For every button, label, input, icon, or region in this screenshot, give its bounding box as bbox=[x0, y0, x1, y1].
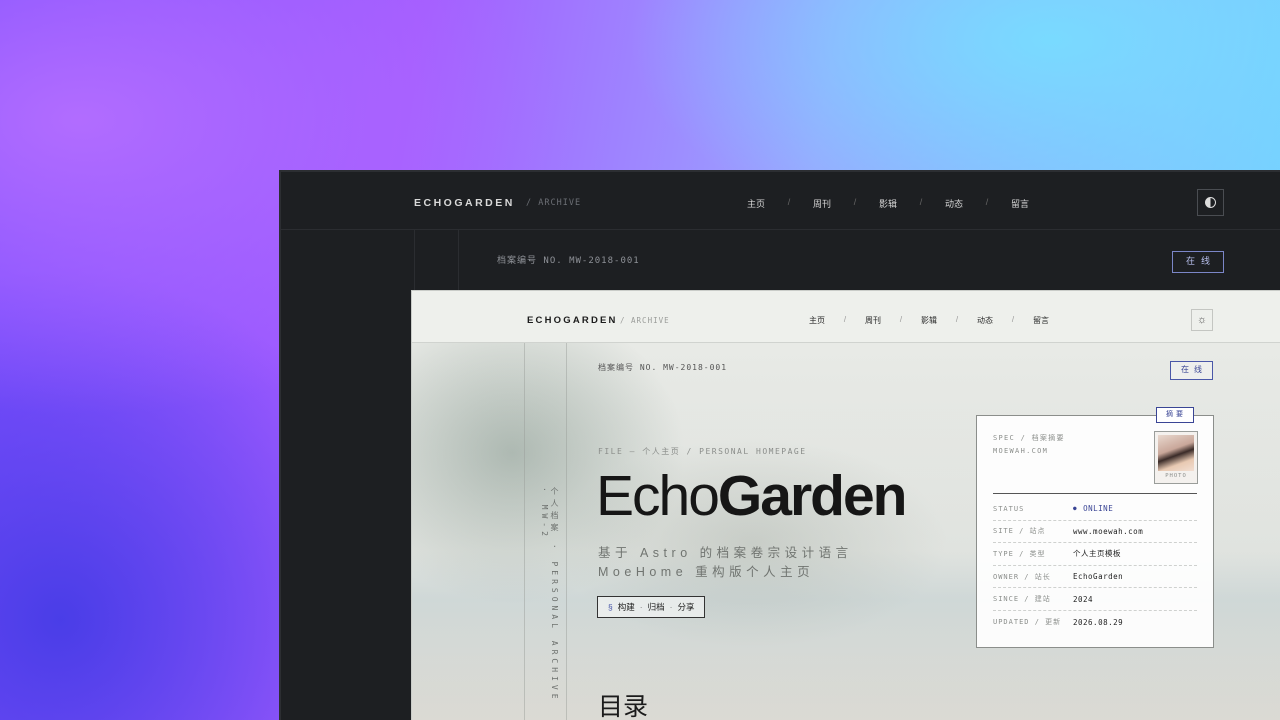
avatar-photo: PHOTO bbox=[1154, 431, 1198, 484]
nav-separator: / bbox=[1011, 315, 1015, 324]
spec-header: SPEC / 档案摘要 bbox=[993, 434, 1065, 442]
hero-title-bold: Garden bbox=[717, 464, 908, 528]
subtitle-line-1: 基于 Astro 的档案卷宗设计语言 bbox=[598, 546, 853, 560]
tag-separator: · bbox=[639, 602, 643, 612]
nav-guestbook[interactable]: 留言 bbox=[1032, 315, 1050, 326]
file-number: 档案编号 NO. MW-2018-001 bbox=[598, 363, 728, 372]
spec-value-type: 个人主页模板 bbox=[1073, 549, 1121, 559]
nav-separator: / bbox=[919, 197, 923, 207]
spec-badge: 摘要 bbox=[1156, 407, 1194, 423]
dark-brand-subtitle: / ARCHIVE bbox=[526, 198, 582, 208]
subtitle-line-2: MoeHome 重构版个人主页 bbox=[598, 565, 815, 579]
dark-top-bar: ECHOGARDEN / ARCHIVE 主页 / 周刊 / 影辑 / 动态 /… bbox=[281, 172, 1280, 230]
dark-main-nav: 主页 / 周刊 / 影辑 / 动态 / 留言 bbox=[746, 197, 1030, 210]
tag-bar: § 构建 · 归档 · 分享 bbox=[597, 596, 706, 618]
status-badge: 在线 bbox=[1170, 361, 1213, 380]
hero-title: EchoGarden bbox=[596, 468, 907, 525]
spec-row-site: SITE / 站点 www.moewah.com bbox=[993, 521, 1197, 544]
spec-key: OWNER / 站长 bbox=[993, 572, 1051, 581]
photo-caption: PHOTO bbox=[1165, 473, 1187, 479]
spec-key: STATUS bbox=[993, 504, 1025, 513]
spec-table: STATUS ONLINE SITE / 站点 www.moewah.com T… bbox=[993, 498, 1197, 634]
sun-icon: ☼ bbox=[1196, 314, 1208, 326]
nav-separator: / bbox=[955, 315, 959, 324]
dark-status-badge: 在线 bbox=[1172, 251, 1224, 273]
spec-divider bbox=[993, 493, 1197, 494]
spec-row-owner: OWNER / 站长 EchoGarden bbox=[993, 566, 1197, 589]
toc-heading: 目录 bbox=[598, 693, 649, 720]
hero-subtitle: 基于 Astro 的档案卷宗设计语言 MoeHome 重构版个人主页 bbox=[598, 544, 853, 582]
dark-nav-gallery[interactable]: 影辑 bbox=[878, 197, 898, 210]
file-label: FILE — 个人主页 / PERSONAL HOMEPAGE bbox=[598, 447, 807, 456]
spec-row-updated: UPDATED / 更新 2026.08.29 bbox=[993, 611, 1197, 634]
dark-nav-moments[interactable]: 动态 bbox=[944, 197, 964, 210]
hero-title-light: Echo bbox=[596, 464, 720, 528]
spec-value-status: ONLINE bbox=[1073, 504, 1113, 513]
tag-build[interactable]: 构建 bbox=[618, 601, 635, 613]
contrast-icon bbox=[1205, 197, 1216, 208]
dark-nav-guestbook[interactable]: 留言 bbox=[1010, 197, 1030, 210]
spec-value-since: 2024 bbox=[1073, 594, 1094, 604]
nav-separator: / bbox=[985, 197, 989, 207]
dark-file-number: 档案编号 NO. MW-2018-001 bbox=[497, 256, 640, 266]
section-icon: § bbox=[608, 602, 613, 612]
dark-theme-toggle-button[interactable] bbox=[1197, 189, 1224, 216]
spec-row-since: SINCE / 建站 2024 bbox=[993, 588, 1197, 611]
tag-archive[interactable]: 归档 bbox=[648, 601, 665, 613]
light-brand-subtitle: / ARCHIVE bbox=[620, 316, 670, 325]
spec-row-type: TYPE / 类型 个人主页模板 bbox=[993, 543, 1197, 566]
spec-card: 摘要 SPEC / 档案摘要 MOEWAH.COM PHOTO STATUS O… bbox=[976, 407, 1214, 648]
light-screen: ECHOGARDEN / ARCHIVE 主页 / 周刊 / 影辑 / 动态 /… bbox=[411, 290, 1280, 720]
spec-key: SITE / 站点 bbox=[993, 527, 1046, 536]
grid-line bbox=[524, 343, 525, 720]
spec-key: SINCE / 建站 bbox=[993, 595, 1051, 604]
spec-key: TYPE / 类型 bbox=[993, 549, 1046, 558]
light-main-nav: 主页 / 周刊 / 影辑 / 动态 / 留言 bbox=[808, 315, 1050, 326]
theme-toggle-button[interactable]: ☼ bbox=[1191, 309, 1213, 331]
spec-row-status: STATUS ONLINE bbox=[993, 498, 1197, 521]
light-top-bar: ECHOGARDEN / ARCHIVE 主页 / 周刊 / 影辑 / 动态 /… bbox=[412, 291, 1280, 343]
vertical-archive-label: 个人档案 · PERSONAL ARCHIVE · MW-2 bbox=[540, 487, 559, 703]
nav-separator: / bbox=[853, 197, 857, 207]
nav-weekly[interactable]: 周刊 bbox=[864, 315, 882, 326]
spec-key: UPDATED / 更新 bbox=[993, 618, 1062, 627]
avatar-image bbox=[1158, 435, 1194, 471]
dark-nav-home[interactable]: 主页 bbox=[746, 197, 766, 210]
dark-nav-weekly[interactable]: 周刊 bbox=[812, 197, 832, 210]
nav-separator: / bbox=[843, 315, 847, 324]
tag-share[interactable]: 分享 bbox=[677, 601, 694, 613]
nav-separator: / bbox=[899, 315, 903, 324]
nav-moments[interactable]: 动态 bbox=[976, 315, 994, 326]
spec-value-updated: 2026.08.29 bbox=[1073, 617, 1124, 627]
spec-value-site-link[interactable]: www.moewah.com bbox=[1073, 527, 1143, 536]
tag-separator: · bbox=[669, 602, 673, 612]
spec-value-owner: EchoGarden bbox=[1073, 572, 1124, 582]
nav-home[interactable]: 主页 bbox=[808, 315, 826, 326]
spec-domain: MOEWAH.COM bbox=[993, 447, 1049, 455]
grid-line bbox=[566, 343, 567, 720]
light-brand-logo[interactable]: ECHOGARDEN bbox=[527, 315, 618, 326]
nav-separator: / bbox=[787, 197, 791, 207]
dark-brand-logo[interactable]: ECHOGARDEN bbox=[414, 197, 515, 209]
nav-gallery[interactable]: 影辑 bbox=[920, 315, 938, 326]
